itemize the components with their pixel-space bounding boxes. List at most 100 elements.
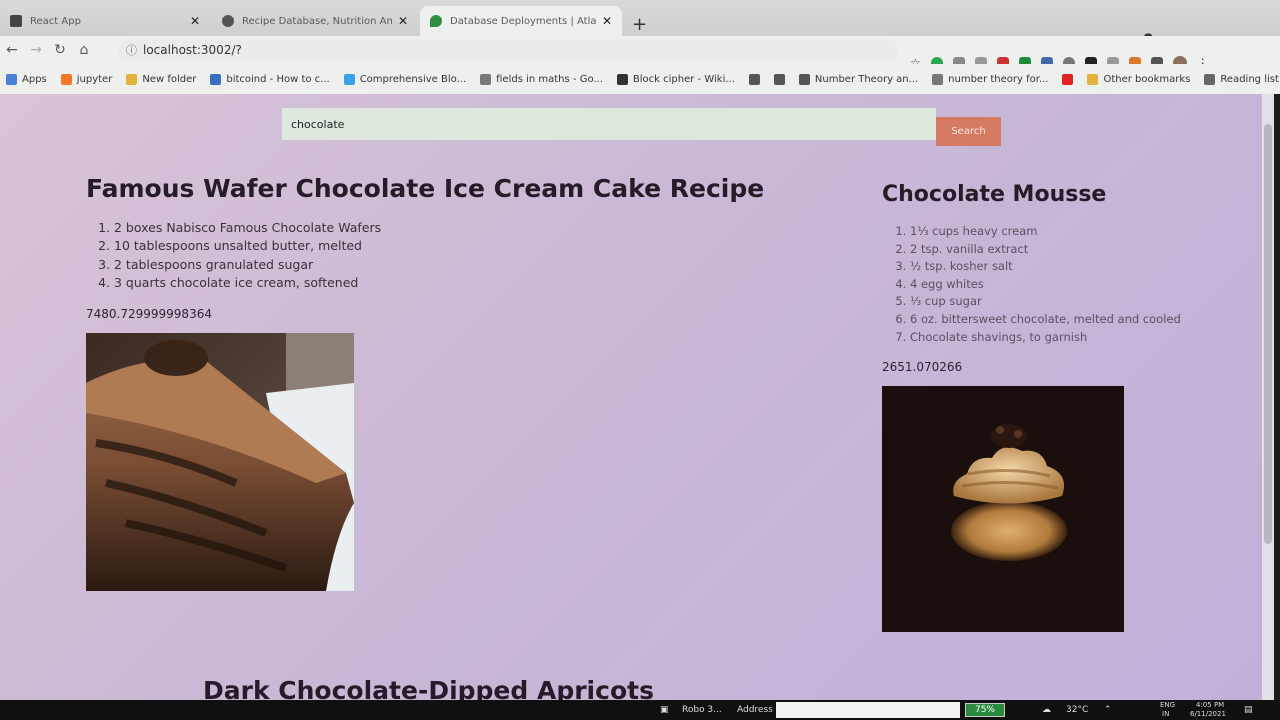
region-text[interactable]: IN: [1162, 710, 1169, 718]
bookmark-icon: [1204, 73, 1216, 85]
recipe-score: 7480.729999998364: [86, 306, 212, 321]
url-text: localhost:3002/?: [143, 43, 242, 57]
windows-taskbar: ▣ Robo 3... Address 75% ☁ 32°C ⌃ ENG IN …: [0, 700, 1280, 720]
bookmark-item[interactable]: New folder: [126, 73, 197, 85]
bookmark-icon: [1087, 73, 1099, 85]
bookmark-item[interactable]: Comprehensive Blo...: [343, 73, 467, 85]
bookmark-label: Reading list: [1220, 73, 1279, 85]
bookmark-item[interactable]: bitcoind - How to c...: [210, 73, 330, 85]
recipe-photo-chocolate-mousse: [882, 386, 1181, 636]
clock-date[interactable]: 6/11/2021: [1190, 710, 1226, 718]
bookmark-item[interactable]: Number Theory an...: [798, 73, 919, 85]
bookmarks-bar: Apps jupyter New folder bitcoind - How to c…: [0, 64, 1280, 94]
ingredient-item: 4 egg whites: [910, 276, 1181, 294]
bookmark-icon: [480, 73, 492, 85]
tab-title: React App: [30, 15, 81, 27]
bookmark-item[interactable]: jupyter: [60, 73, 113, 85]
tab-recipe-database[interactable]: Recipe Database, Nutrition Anal ✕: [212, 6, 418, 36]
ingredient-item: 2 tablespoons granulated sugar: [114, 256, 764, 274]
ingredient-item: 10 tablespoons unsalted butter, melted: [114, 237, 764, 255]
bookmark-label: Apps: [22, 73, 47, 85]
globe-favicon-icon: [222, 15, 234, 27]
bookmark-item[interactable]: Other bookmarks: [1087, 73, 1191, 85]
temperature-text[interactable]: 32°C: [1066, 705, 1088, 715]
bookmark-label: jupyter: [76, 73, 113, 85]
ingredient-item: ⅓ cup sugar: [910, 293, 1181, 311]
bookmark-icon: [210, 73, 222, 85]
bookmark-item[interactable]: number theory for...: [932, 73, 1049, 85]
bookmark-label: Comprehensive Blo...: [359, 73, 467, 85]
bookmark-item[interactable]: Apps: [6, 73, 47, 85]
bookmark-icon: [1062, 73, 1074, 85]
search-button[interactable]: Search: [936, 117, 1001, 146]
recipe-score: 2651.070266: [882, 360, 963, 375]
bookmark-icon: [6, 73, 17, 85]
bookmark-item[interactable]: Block cipher - Wiki...: [616, 73, 735, 85]
ingredient-list: 2 boxes Nabisco Famous Chocolate Wafers …: [86, 219, 764, 293]
home-icon[interactable]: ⌂: [72, 42, 96, 58]
tray-chevron-icon[interactable]: ⌃: [1104, 705, 1112, 715]
close-tab-icon[interactable]: ✕: [190, 14, 200, 28]
bookmark-item[interactable]: [773, 73, 785, 85]
tab-title: Database Deployments | Atlas: M: [450, 15, 596, 27]
battery-indicator[interactable]: 75%: [965, 703, 1005, 717]
recipe-card: Chocolate Mousse 1⅓ cups heavy cream 2 t…: [882, 182, 1181, 636]
clock-time[interactable]: 4:05 PM: [1196, 701, 1224, 709]
taskbar-address-input[interactable]: [776, 702, 960, 718]
bookmark-label: Number Theory an...: [814, 73, 919, 85]
reload-icon[interactable]: ↻: [48, 42, 72, 58]
ingredient-item: 3 quarts chocolate ice cream, softened: [114, 274, 764, 292]
recipe-card: Famous Wafer Chocolate Ice Cream Cake Re…: [86, 174, 764, 595]
info-icon[interactable]: ⓘ: [126, 42, 137, 58]
page-scrollbar[interactable]: [1262, 94, 1274, 700]
scrollbar-thumb[interactable]: [1264, 124, 1272, 544]
page-viewport: Search Famous Wafer Chocolate Ice Cream …: [0, 94, 1262, 700]
close-tab-icon[interactable]: ✕: [602, 14, 612, 28]
bookmark-icon: [616, 73, 628, 85]
bookmark-label: Block cipher - Wiki...: [632, 73, 735, 85]
taskbar-app-icon[interactable]: ▣: [660, 705, 669, 715]
bookmark-icon: [748, 73, 760, 85]
ingredient-list: 1⅓ cups heavy cream 2 tsp. vanilla extra…: [882, 223, 1181, 346]
bookmark-label: New folder: [142, 73, 197, 85]
react-favicon-icon: [10, 15, 22, 27]
recipe-card: Dark Chocolate-Dipped Apricots: [203, 676, 654, 700]
recipe-title: Chocolate Mousse: [882, 182, 1107, 207]
bookmark-item[interactable]: [1062, 73, 1074, 85]
language-text[interactable]: ENG: [1160, 701, 1175, 709]
bookmark-item[interactable]: fields in maths - Go...: [480, 73, 603, 85]
ingredient-item: 1⅓ cups heavy cream: [910, 223, 1181, 241]
ingredient-item: 2 tsp. vanilla extract: [910, 241, 1181, 259]
tab-database-deployments[interactable]: Database Deployments | Atlas: M ✕: [420, 6, 622, 36]
bookmark-label: fields in maths - Go...: [496, 73, 603, 85]
bookmark-item[interactable]: Reading list: [1204, 73, 1279, 85]
close-tab-icon[interactable]: ✕: [398, 14, 408, 28]
recipe-photo-ice-cream-cake: [86, 332, 764, 595]
bookmark-item[interactable]: [748, 73, 760, 85]
bookmark-label: number theory for...: [948, 73, 1049, 85]
bookmark-icon: [60, 73, 72, 85]
bookmark-icon: [798, 73, 810, 85]
bookmark-icon: [932, 73, 944, 85]
tab-title: Recipe Database, Nutrition Anal: [242, 15, 392, 27]
new-tab-button[interactable]: +: [632, 16, 647, 34]
bookmark-icon: [343, 73, 355, 85]
bookmark-icon: [773, 73, 785, 85]
ingredient-item: ½ tsp. kosher salt: [910, 258, 1181, 276]
search-input[interactable]: [282, 108, 936, 140]
back-arrow-icon[interactable]: ←: [0, 42, 24, 58]
mongodb-leaf-icon: [430, 15, 442, 27]
recipe-title: Dark Chocolate-Dipped Apricots: [203, 676, 654, 700]
ingredient-item: Chocolate shavings, to garnish: [910, 329, 1181, 347]
address-toolbar-label: Address: [737, 705, 773, 715]
bookmark-label: bitcoind - How to c...: [226, 73, 330, 85]
bookmark-icon: [126, 73, 138, 85]
forward-arrow-icon[interactable]: →: [24, 42, 48, 58]
weather-icon[interactable]: ☁: [1042, 705, 1051, 715]
address-bar[interactable]: ⓘ localhost:3002/?: [118, 39, 898, 61]
tab-react-app[interactable]: React App ✕: [0, 6, 210, 36]
notification-icon[interactable]: ▤: [1244, 705, 1253, 715]
recipe-title: Famous Wafer Chocolate Ice Cream Cake Re…: [86, 174, 765, 203]
bookmark-label: Other bookmarks: [1103, 73, 1191, 85]
taskbar-app-label[interactable]: Robo 3...: [682, 705, 722, 715]
